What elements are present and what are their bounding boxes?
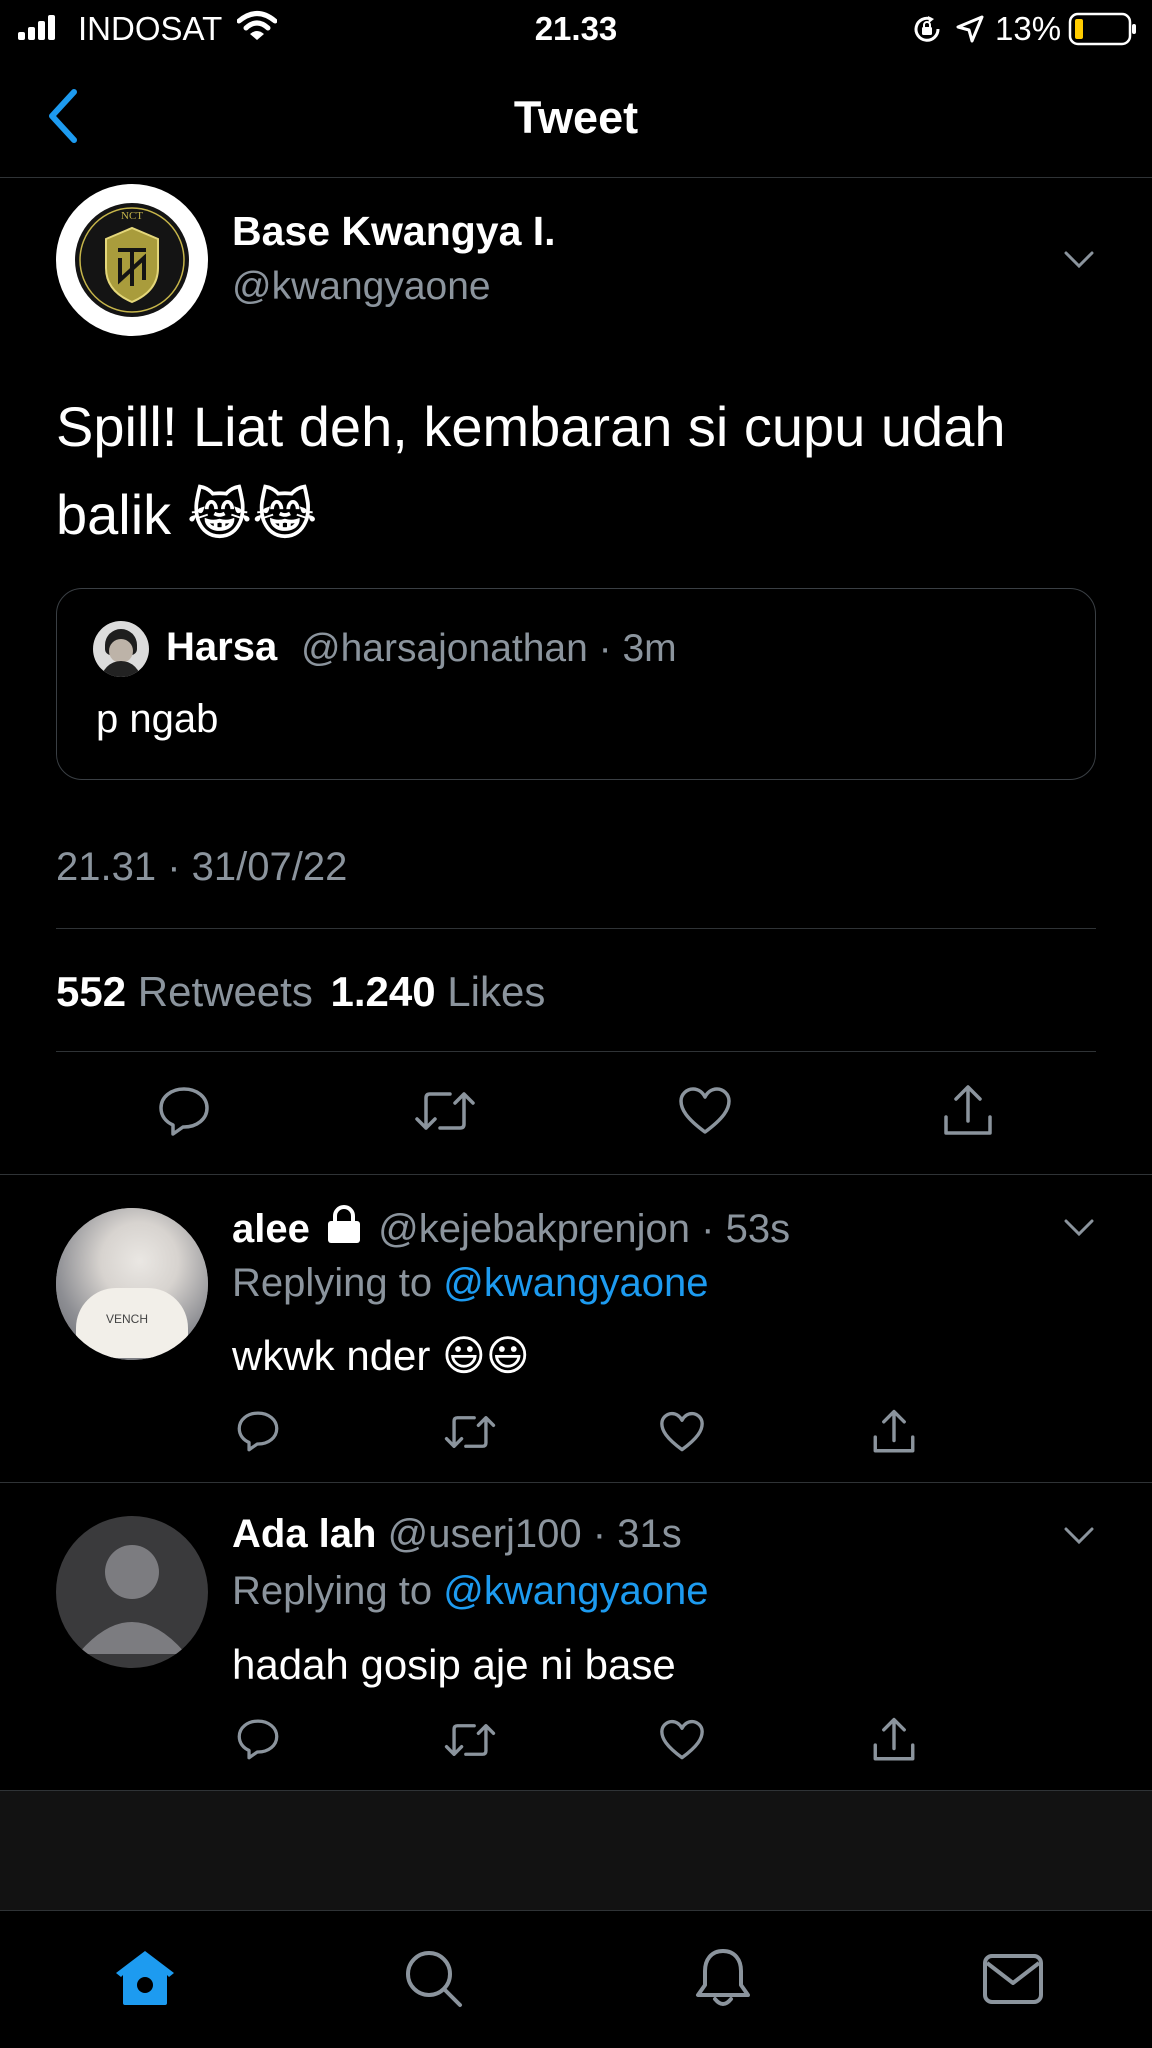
reply-avatar[interactable]: VENCH	[56, 1208, 208, 1360]
like-icon	[660, 1719, 704, 1760]
replying-to: Replying to @kwangyaone	[232, 1569, 709, 1613]
reply-text: wkwk nder 😃😃	[232, 1332, 530, 1379]
share-icon	[873, 1717, 915, 1761]
reply-header: Ada lah @userj100 · 31s	[232, 1512, 682, 1556]
retweet-icon	[444, 1724, 496, 1756]
reply-icon	[237, 1719, 279, 1760]
likes-count[interactable]: 1.240	[331, 968, 436, 1015]
quote-text: p ngab	[96, 697, 219, 741]
actions-divider	[0, 1174, 1152, 1175]
reply-reply-button[interactable]	[236, 1409, 280, 1453]
tweet-avatar[interactable]: NCT	[56, 184, 208, 336]
reply-like-button[interactable]	[659, 1719, 705, 1761]
tab-notifications[interactable]	[694, 1947, 752, 2009]
quote-author-handle: @harsajonathan	[301, 627, 588, 670]
chevron-down-icon	[1064, 1527, 1094, 1545]
reply-share-button[interactable]	[871, 1716, 917, 1764]
tweet-timestamp: 21.31 · 31/07/22	[56, 845, 348, 889]
messages-icon	[983, 1954, 1043, 2004]
reply-author-name[interactable]: alee	[232, 1207, 310, 1251]
notifications-icon	[696, 1949, 750, 2006]
stats-divider-bottom	[56, 1051, 1096, 1052]
reply-time: 53s	[725, 1207, 791, 1251]
reply-icon	[159, 1087, 209, 1136]
quote-author-name: Harsa	[166, 625, 278, 669]
reply-reply-button[interactable]	[236, 1717, 280, 1761]
reply-icon	[237, 1411, 279, 1452]
quote-tweet-card[interactable]: Harsa @harsajonathan · 3m p ngab	[56, 588, 1096, 780]
search-icon	[406, 1951, 462, 2007]
likes-label[interactable]: Likes	[447, 968, 545, 1015]
tweet-author-handle[interactable]: @kwangyaone	[232, 265, 491, 309]
default-avatar-icon	[78, 1545, 186, 1654]
quote-time: 3m	[622, 627, 677, 670]
battery-percent: 13%	[995, 10, 1062, 47]
tab-messages[interactable]	[982, 1953, 1044, 2005]
replying-to-link[interactable]: @kwangyaone	[443, 1261, 708, 1305]
retweets-count[interactable]: 552	[56, 968, 126, 1015]
lock-icon	[325, 1204, 363, 1244]
reply-options-button[interactable]	[1064, 1527, 1094, 1545]
page-title: Tweet	[513, 92, 639, 143]
reply-text: hadah gosip aje ni base	[232, 1641, 676, 1688]
battery-icon	[1068, 12, 1138, 54]
stats-divider-top	[56, 928, 1096, 929]
tweet-text: Spill! Liat deh, kembaran si cupu udah b…	[56, 395, 1006, 546]
quote-avatar	[93, 621, 149, 677]
tab-search[interactable]	[404, 1949, 464, 2009]
retweet-icon	[415, 1092, 475, 1130]
reply-share-button[interactable]	[871, 1408, 917, 1456]
share-button[interactable]	[941, 1083, 995, 1139]
reply-header: alee @kejebakprenjon · 53s	[232, 1204, 790, 1252]
reply-author-handle[interactable]: @userj100	[388, 1512, 582, 1556]
retweet-icon	[444, 1416, 496, 1448]
location-icon	[955, 14, 985, 52]
retweet-button[interactable]	[414, 1086, 476, 1136]
reply-author-handle[interactable]: @kejebakprenjon	[378, 1207, 690, 1251]
reply-retweet-button[interactable]	[444, 1719, 496, 1761]
chevron-down-icon	[1064, 251, 1094, 269]
reply-author-name[interactable]: Ada lah	[232, 1512, 376, 1556]
quote-meta: @harsajonathan · 3m	[301, 627, 677, 670]
nct-logo	[75, 203, 189, 317]
avatar-shirt-print: VENCH	[106, 1312, 149, 1326]
replying-to: Replying to @kwangyaone	[232, 1261, 709, 1305]
reply-button[interactable]	[157, 1084, 211, 1138]
tab-bar	[0, 1910, 1152, 2048]
tweet-author-name[interactable]: Base Kwangya I.	[232, 208, 556, 255]
share-icon	[873, 1409, 915, 1453]
share-icon	[944, 1085, 992, 1135]
like-icon	[660, 1411, 704, 1452]
reply-like-button[interactable]	[659, 1411, 705, 1453]
reply-retweet-button[interactable]	[444, 1411, 496, 1453]
status-bar: INDOSAT 21.33 13%	[0, 0, 1152, 58]
like-icon	[679, 1087, 731, 1134]
tweet-stats: 552 Retweets 1.240 Likes	[56, 968, 545, 1016]
logo-badge-top: NCT	[121, 210, 143, 222]
reply-time: 31s	[617, 1512, 682, 1556]
tab-home[interactable]	[114, 1949, 176, 2007]
replying-to-link[interactable]: @kwangyaone	[443, 1569, 708, 1613]
chevron-down-icon	[1064, 1219, 1094, 1237]
reply-options-button[interactable]	[1064, 1219, 1094, 1237]
timeline-end-area	[0, 1790, 1152, 1910]
tweet-options-button[interactable]	[1064, 251, 1094, 269]
retweets-label[interactable]: Retweets	[138, 968, 313, 1015]
home-icon	[116, 1951, 174, 2005]
orientation-lock-icon	[912, 14, 942, 52]
reply-avatar[interactable]	[56, 1516, 208, 1668]
like-button[interactable]	[678, 1086, 732, 1136]
reply-divider	[0, 1482, 1152, 1483]
header-divider	[0, 177, 1152, 178]
